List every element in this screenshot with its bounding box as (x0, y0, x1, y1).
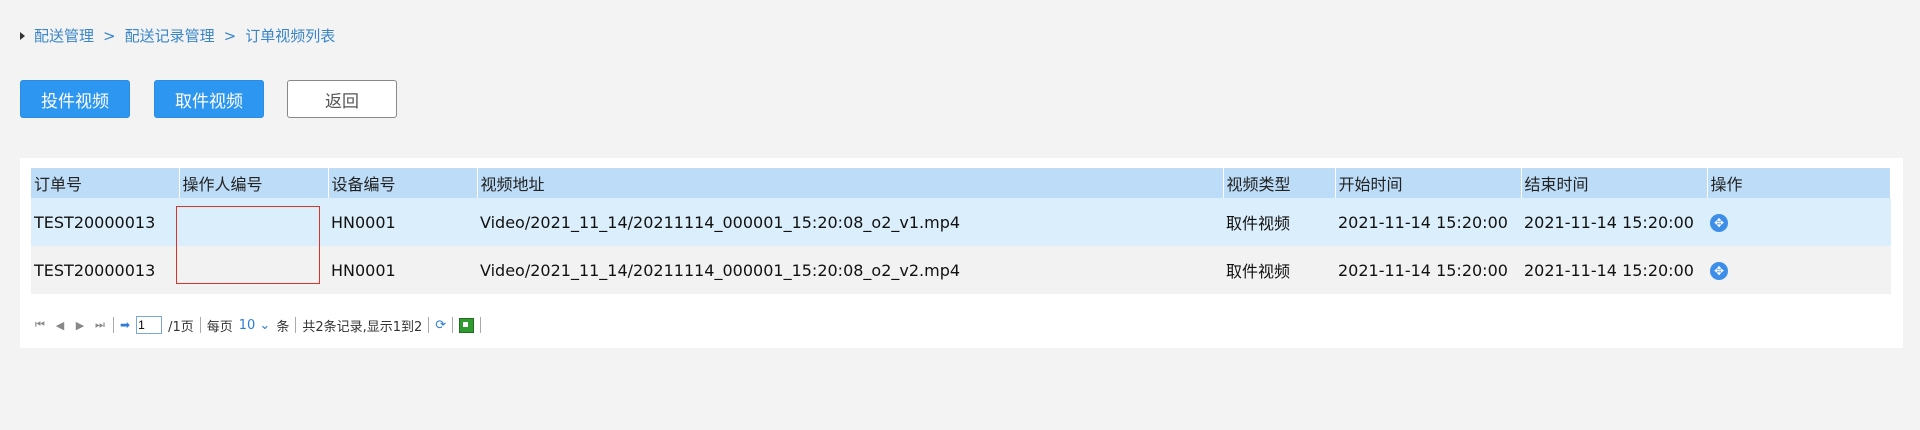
cell-video-url: Video/2021_11_14/20211114_000001_15:20:0… (477, 246, 1223, 294)
breadcrumb-separator: > (103, 26, 116, 45)
deliver-video-button[interactable]: 投件视频 (20, 80, 130, 118)
refresh-icon[interactable]: ⟳ (435, 318, 446, 333)
cell-operator-no (179, 246, 328, 294)
export-excel-icon[interactable] (459, 317, 475, 333)
cell-end-time: 2021-11-14 15:20:00 (1521, 198, 1707, 246)
table-row[interactable]: TEST20000013 HN0001 Video/2021_11_14/202… (31, 198, 1891, 246)
header-video-url[interactable]: 视频地址 (477, 168, 1224, 198)
cell-device-no: HN0001 (328, 246, 477, 294)
cell-order-no: TEST20000013 (31, 246, 179, 294)
header-actions: 操作 (1707, 168, 1891, 198)
pager-divider (452, 317, 454, 333)
header-start-time[interactable]: 开始时间 (1335, 168, 1522, 198)
header-order-no[interactable]: 订单号 (31, 168, 180, 198)
header-end-time[interactable]: 结束时间 (1521, 168, 1708, 198)
cell-order-no: TEST20000013 (31, 198, 179, 246)
header-video-type[interactable]: 视频类型 (1223, 168, 1336, 198)
breadcrumb: 配送管理 > 配送记录管理 > 订单视频列表 (20, 25, 335, 46)
pager-divider (428, 317, 430, 333)
back-button[interactable]: 返回 (287, 80, 397, 118)
table-header-row: 订单号 操作人编号 设备编号 视频地址 视频类型 开始时间 结束时间 操作 (31, 168, 1891, 198)
per-page-label: 每页 (206, 319, 233, 335)
pager-divider (295, 317, 297, 333)
prev-page-icon[interactable]: ◀ (53, 319, 67, 332)
pickup-video-button[interactable]: 取件视频 (154, 80, 264, 118)
cell-video-type: 取件视频 (1223, 246, 1335, 294)
total-pages-text: /1页 (168, 319, 194, 335)
cell-start-time: 2021-11-14 15:20:00 (1335, 198, 1521, 246)
pager-divider (480, 317, 482, 333)
pagination-bar: ⏮ ◀ ▶ ⏭ ➡ /1页 每页 10 ⌄ 条 共2条记录,显示1到2 ⟳ (33, 314, 482, 336)
cell-start-time: 2021-11-14 15:20:00 (1335, 246, 1521, 294)
breadcrumb-arrow-icon (20, 31, 25, 40)
move-icon[interactable]: ✥ (1710, 213, 1728, 232)
cell-device-no: HN0001 (328, 198, 477, 246)
header-operator-no[interactable]: 操作人编号 (179, 168, 329, 198)
per-page-suffix: 条 (276, 319, 290, 335)
cell-operator-no (179, 198, 328, 246)
pager-divider (199, 317, 201, 333)
video-table: 订单号 操作人编号 设备编号 视频地址 视频类型 开始时间 结束时间 操作 TE… (31, 168, 1891, 294)
page-number-input[interactable] (136, 316, 163, 334)
breadcrumb-item-order-videos: 订单视频列表 (245, 27, 336, 45)
pager-divider (113, 317, 114, 333)
record-summary: 共2条记录,显示1到2 (302, 319, 423, 335)
breadcrumb-item-delivery-records[interactable]: 配送记录管理 (125, 25, 215, 46)
last-page-icon[interactable]: ⏭ (93, 318, 107, 332)
cell-actions: ✥ (1707, 246, 1891, 294)
per-page-select[interactable]: 10 ⌄ (239, 318, 271, 333)
table-row[interactable]: TEST20000013 HN0001 Video/2021_11_14/202… (31, 246, 1891, 294)
cell-end-time: 2021-11-14 15:20:00 (1521, 246, 1707, 294)
header-device-no[interactable]: 设备编号 (328, 168, 478, 198)
next-page-icon[interactable]: ▶ (73, 319, 87, 332)
breadcrumb-separator: > (223, 26, 237, 45)
first-page-icon[interactable]: ⏮ (33, 318, 47, 332)
chevron-down-icon: ⌄ (259, 317, 271, 333)
cell-video-type: 取件视频 (1223, 198, 1335, 246)
move-icon[interactable]: ✥ (1710, 261, 1728, 280)
cell-actions: ✥ (1707, 198, 1891, 246)
go-page-icon[interactable]: ➡ (120, 318, 130, 332)
breadcrumb-item-delivery-management[interactable]: 配送管理 (34, 25, 94, 46)
cell-video-url: Video/2021_11_14/20211114_000001_15:20:0… (477, 198, 1223, 246)
per-page-value: 10 (238, 317, 256, 333)
